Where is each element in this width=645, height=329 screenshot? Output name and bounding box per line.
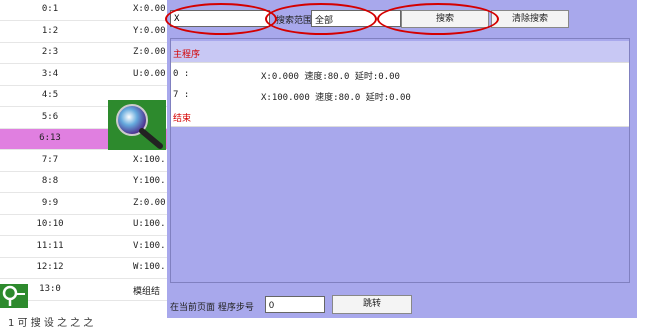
footer-text: 1 可 搜 设 之 之 之 xyxy=(8,318,94,329)
magnifier-thumbnail[interactable] xyxy=(108,100,166,150)
step-command: U:0.00 xyxy=(133,68,166,79)
step-index: 8:8 xyxy=(41,176,59,186)
step-command: Y:0.00 xyxy=(133,25,166,36)
step-row[interactable]: 7:7 X:100. xyxy=(0,151,167,172)
jump-label: 在当前页面 程序步号 xyxy=(170,303,254,313)
step-index: 11:11 xyxy=(36,240,64,251)
results-header: 主程序 xyxy=(171,41,629,63)
search-scope-label: 搜索范围 xyxy=(276,16,313,26)
step-command: X:0.00 xyxy=(133,4,166,14)
result-row[interactable]: 0 : X:0.000 速度:80.0 延时:0.00 xyxy=(171,63,629,85)
step-command: U:100. xyxy=(133,219,166,229)
search-panel: 搜索范围 全部 ▼ 搜索 清除搜索 主程序 0 :X:0.000 速度:80.0… xyxy=(165,0,637,318)
results-end-row[interactable]: 结束 xyxy=(171,105,629,127)
step-index: 6:13 xyxy=(39,133,61,143)
step-row[interactable]: 2:3 Z:0.00 xyxy=(0,43,167,64)
search-input[interactable] xyxy=(170,10,270,27)
step-command: V:100. xyxy=(133,240,166,251)
step-index: 12:12 xyxy=(36,262,64,272)
step-command: X:100. xyxy=(133,154,166,165)
step-row[interactable]: 1:2 Y:0.00 xyxy=(0,22,167,43)
step-row[interactable]: 3:4 U:0.00 xyxy=(0,65,167,86)
jump-button[interactable]: 跳转 xyxy=(332,295,412,314)
result-detail: X:0.000 速度:80.0 延时:0.00 xyxy=(261,72,400,82)
search-results: 主程序 0 : X:0.000 速度:80.0 延时:0.00 7 : X:100.0… xyxy=(170,38,630,283)
step-command: Y:100. xyxy=(133,176,166,186)
step-row[interactable]: 9:9 Z:0.00 xyxy=(0,194,167,215)
step-index: 1:2 xyxy=(41,25,59,36)
end-label: 结束 xyxy=(173,114,192,124)
step-index: 7:7 xyxy=(41,154,59,165)
main-program-label: 主程序 xyxy=(173,50,201,60)
result-step: 0 : xyxy=(173,69,190,79)
step-row[interactable]: 10:10 U:100. xyxy=(0,215,167,236)
clear-search-button[interactable]: 清除搜索 xyxy=(491,10,569,28)
result-row[interactable]: 7 : X:100.000 速度:80.0 延时:0.00 xyxy=(171,84,629,106)
step-command: W:100. xyxy=(133,262,166,272)
search-scope-select[interactable]: 全部 xyxy=(311,10,401,27)
jump-step-input[interactable] xyxy=(265,296,325,313)
step-command: Z:0.00 xyxy=(133,47,166,57)
step-index: 4:5 xyxy=(41,90,59,100)
step-index: 2:3 xyxy=(41,47,59,57)
location-icon[interactable] xyxy=(0,284,28,308)
step-command: Z:0.00 xyxy=(133,197,166,208)
step-row[interactable]: 11:11 V:100. xyxy=(0,237,167,258)
step-command: 模组结 xyxy=(133,286,161,297)
step-row[interactable]: 12:12 W:100. xyxy=(0,258,167,279)
step-index: 5:6 xyxy=(41,111,59,122)
result-detail: X:100.000 速度:80.0 延时:0.00 xyxy=(261,93,411,103)
step-row[interactable]: 8:8 Y:100. xyxy=(0,172,167,193)
magnifier-icon xyxy=(116,104,163,149)
result-step: 7 : xyxy=(173,90,190,100)
step-row[interactable]: 0:1 X:0.00 xyxy=(0,0,167,21)
step-index: 3:4 xyxy=(41,68,59,79)
search-button[interactable]: 搜索 xyxy=(401,10,489,28)
step-index: 10:10 xyxy=(36,219,64,229)
pin-icon xyxy=(2,285,25,306)
step-index: 0:1 xyxy=(41,4,59,14)
step-index: 9:9 xyxy=(41,197,59,208)
